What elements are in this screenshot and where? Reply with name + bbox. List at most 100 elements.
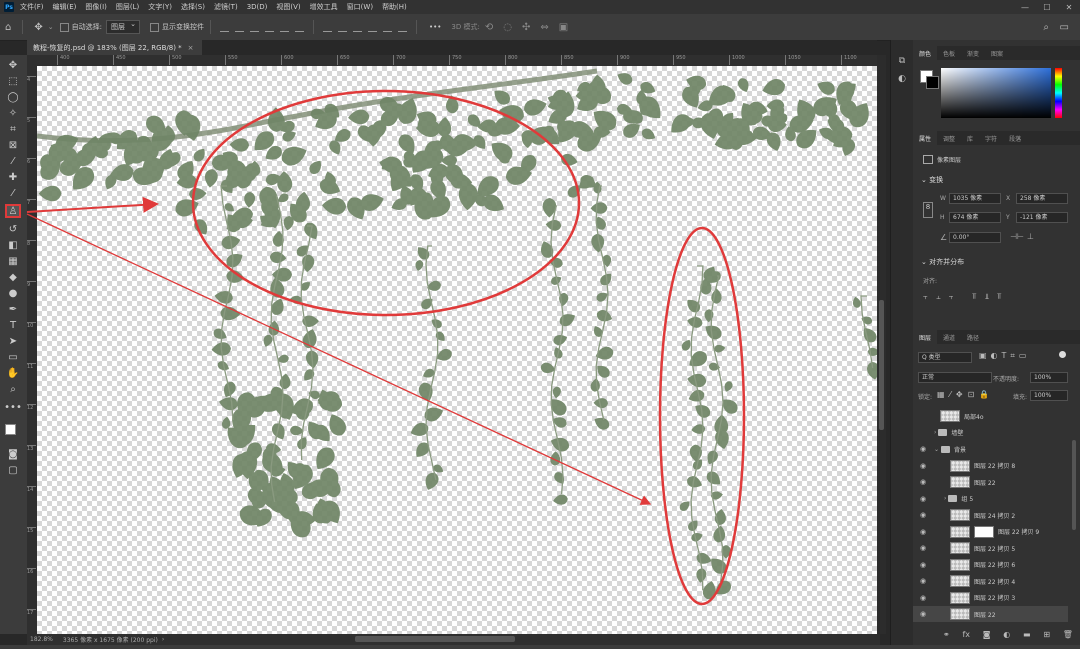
layers-scrollbar[interactable] — [1072, 440, 1076, 530]
layer-row[interactable]: 局部4o — [913, 408, 1068, 424]
layer-row[interactable]: ◉ 图层 22 — [913, 606, 1068, 622]
filter-toggle-icon[interactable] — [1059, 351, 1066, 358]
visibility-eye-icon[interactable]: ◉ — [918, 495, 928, 503]
x-field[interactable]: 258 像素 — [1016, 193, 1068, 204]
hue-slider[interactable] — [1055, 68, 1062, 118]
menu-image[interactable]: 图像(I) — [85, 2, 107, 12]
flip-vertical-icon[interactable]: ⊥ — [1027, 232, 1034, 241]
distribute-left-icon[interactable] — [367, 23, 377, 32]
dodge-tool-icon[interactable]: ● — [5, 286, 21, 300]
roll-3d-icon[interactable]: ◌ — [503, 22, 512, 33]
tab-paths[interactable]: 路径 — [961, 330, 985, 344]
align-hcenter-icon[interactable] — [279, 23, 289, 32]
history-brush-tool-icon[interactable]: ↺ — [5, 222, 21, 236]
menu-window[interactable]: 窗口(W) — [347, 2, 373, 12]
close-tab-icon[interactable]: × — [188, 44, 194, 52]
eyedropper-tool-icon[interactable]: ⁄ — [5, 154, 21, 168]
tab-color[interactable]: 颜色 — [913, 46, 938, 60]
background-color-swatch[interactable] — [926, 76, 939, 89]
menu-layer[interactable]: 图层(L) — [116, 2, 139, 12]
close-window-icon[interactable]: ✕ — [1058, 3, 1080, 12]
status-menu-arrow-icon[interactable]: › — [162, 636, 164, 643]
pan-3d-icon[interactable]: ✣ — [522, 22, 530, 33]
align-buttons-row[interactable]: ⫟⫠⫟ ⫪⫫⫪ — [923, 292, 1010, 302]
visibility-eye-icon[interactable]: ◉ — [918, 511, 928, 519]
distribute-vcenter-icon[interactable] — [337, 23, 347, 32]
link-layers-icon[interactable]: ⚭ — [943, 630, 950, 639]
menu-help[interactable]: 帮助(H) — [382, 2, 407, 12]
tab-adjustments[interactable]: 调整 — [937, 131, 961, 145]
link-dimensions-icon[interactable]: 8 — [923, 202, 933, 218]
tab-swatches[interactable]: 色板 — [937, 46, 961, 60]
add-mask-icon[interactable]: ◙ — [983, 630, 991, 639]
height-field[interactable]: 674 像素 — [949, 212, 1001, 223]
path-selection-tool-icon[interactable]: ➤ — [5, 334, 21, 348]
document-canvas[interactable] — [37, 66, 877, 634]
tab-channels[interactable]: 通道 — [937, 330, 961, 344]
quick-mask-icon[interactable]: ◙ — [5, 447, 21, 461]
menu-file[interactable]: 文件(F) — [20, 2, 44, 12]
visibility-eye-icon[interactable]: ◉ — [918, 610, 928, 618]
more-options-button[interactable]: ••• — [429, 23, 441, 31]
move-tool-icon[interactable]: ✥ — [34, 22, 42, 33]
eraser-tool-icon[interactable]: ◧ — [5, 238, 21, 252]
tab-layers[interactable]: 图层 — [913, 330, 938, 344]
layer-filter-icons[interactable]: ▣◐T⌗▭ — [979, 351, 1031, 361]
align-top-icon[interactable] — [219, 23, 229, 32]
layer-row[interactable]: ◉ 图层 22 拷贝 8 — [913, 458, 1068, 474]
menu-view[interactable]: 视图(V) — [276, 2, 300, 12]
y-field[interactable]: -121 像素 — [1016, 212, 1068, 223]
visibility-eye-icon[interactable]: ◉ — [918, 462, 928, 470]
move-tool-icon[interactable]: ✥ — [5, 58, 21, 72]
layer-mask-thumbnail[interactable] — [974, 525, 994, 538]
search-icon[interactable]: ⌕ — [1043, 22, 1049, 33]
align-vcenter-icon[interactable] — [234, 23, 244, 32]
minimize-icon[interactable]: — — [1014, 3, 1036, 12]
color-field[interactable] — [941, 68, 1051, 118]
tab-paragraph[interactable]: 段落 — [1003, 131, 1027, 145]
visibility-eye-icon[interactable]: ◉ — [918, 594, 928, 602]
zoom-tool-icon[interactable]: ⌕ — [5, 382, 21, 396]
flip-horizontal-icon[interactable]: ⊣⊢ — [1010, 232, 1024, 241]
opacity-field[interactable]: 100% — [1030, 372, 1068, 383]
distribute-right-icon[interactable] — [397, 23, 407, 32]
chevron-down-icon[interactable]: ⌄ — [934, 446, 939, 453]
maximize-icon[interactable]: ☐ — [1036, 3, 1058, 12]
frame-tool-icon[interactable]: ⊠ — [5, 138, 21, 152]
zoom-level[interactable]: 182.8% — [30, 636, 53, 643]
chevron-right-icon[interactable]: › — [944, 495, 946, 502]
gradient-tool-icon[interactable]: ▦ — [5, 254, 21, 268]
home-icon[interactable]: ⌂ — [5, 22, 11, 33]
chevron-down-icon[interactable]: ⌄ — [48, 23, 54, 31]
new-group-icon[interactable]: ▬ — [1023, 630, 1031, 639]
new-layer-icon[interactable]: ⊞ — [1043, 630, 1050, 639]
menu-type[interactable]: 文字(Y) — [148, 2, 172, 12]
workspace-icon[interactable]: ▭ — [1060, 22, 1069, 33]
screen-mode-icon[interactable]: ▢ — [5, 463, 21, 477]
auto-select-dropdown[interactable]: 图层 — [105, 20, 140, 34]
blend-mode-dropdown[interactable]: 正常 — [918, 372, 992, 383]
shape-tool-icon[interactable]: ▭ — [5, 350, 21, 364]
marquee-tool-icon[interactable]: ⬚ — [5, 74, 21, 88]
history-panel-icon[interactable]: ⧉ — [895, 56, 909, 70]
layer-row[interactable]: ◉ 图层 22 拷贝 5 — [913, 540, 1068, 556]
menu-plugins[interactable]: 增效工具 — [310, 2, 338, 12]
tab-patterns[interactable]: 图案 — [985, 46, 1009, 60]
scale-3d-icon[interactable]: ▣ — [559, 22, 568, 33]
blur-tool-icon[interactable]: ◆ — [5, 270, 21, 284]
delete-layer-icon[interactable]: 🗑 — [1063, 630, 1073, 639]
menu-select[interactable]: 选择(S) — [181, 2, 205, 12]
align-right-icon[interactable] — [294, 23, 304, 32]
edit-toolbar-icon[interactable]: ••• — [4, 400, 22, 414]
layer-row[interactable]: ◉ 图层 22 拷贝 3 — [913, 590, 1068, 606]
align-bottom-icon[interactable] — [249, 23, 259, 32]
healing-brush-tool-icon[interactable]: ✚ — [5, 170, 21, 184]
visibility-eye-icon[interactable]: ◉ — [918, 561, 928, 569]
layer-row[interactable]: ◉ 图层 22 拷贝 6 — [913, 557, 1068, 573]
distribute-hcenter-icon[interactable] — [382, 23, 392, 32]
lock-icons[interactable]: ▦⁄✥⊡🔒 — [937, 390, 994, 399]
layer-filter-dropdown[interactable]: Q 类型 — [918, 352, 972, 363]
brush-tool-icon[interactable]: ⁄ — [5, 186, 21, 200]
layer-row[interactable]: ◉ ⌄ 背景 — [913, 441, 1068, 457]
layer-row[interactable]: ◉ 图层 24 拷贝 2 — [913, 507, 1068, 523]
